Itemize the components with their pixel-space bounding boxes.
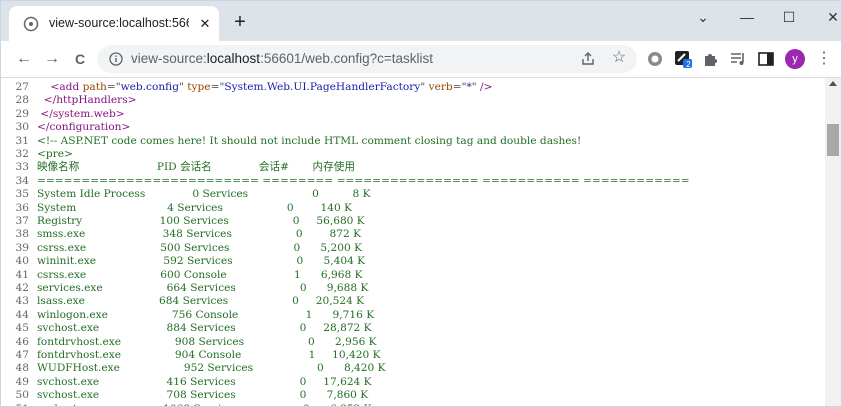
line-number: 51 (1, 403, 29, 406)
line-code: svchost.exe 708 Services 0 7,860 K (37, 389, 369, 402)
maximize-icon[interactable]: ☐ (777, 7, 801, 27)
line-code: </system.web> (40, 107, 125, 120)
line-number: 38 (15, 228, 29, 241)
line-code: <add path="web.config" type="System.Web.… (50, 81, 493, 93)
line-code: services.exe 664 Services 0 9,688 K (37, 282, 369, 294)
line-number: 50 (15, 389, 29, 402)
line-number: 36 (15, 201, 29, 214)
line-code: smss.exe 348 Services 0 872 K (37, 228, 362, 241)
line-number: 29 (15, 107, 29, 120)
line-code: svchost.exe 884 Services 0 28,872 K (37, 322, 372, 335)
extensions-puzzle-icon[interactable] (702, 50, 720, 68)
reading-list-icon[interactable] (729, 50, 747, 68)
scrollbar-thumb[interactable] (827, 124, 839, 156)
minimize-icon[interactable]: — (735, 7, 759, 27)
line-code: lsass.exe 684 Services 0 20,524 K (37, 295, 365, 308)
tab-close-icon[interactable]: ✕ (196, 15, 214, 33)
url-path: :56601/web.config?c=tasklist (260, 51, 434, 66)
line-number: 43 (15, 295, 29, 308)
line-number: 39 (15, 241, 29, 254)
browser-window: view-source:localhost:56601/w ✕ + ⌄ — ☐ … (0, 0, 842, 407)
line-number: 46 (15, 335, 29, 348)
toolbar: ← → C view-source:localhost:56601/web.co… (1, 41, 841, 78)
line-code: </httpHandlers> (43, 94, 137, 107)
line-number: 47 (15, 349, 29, 361)
url-host: localhost (206, 51, 261, 66)
line-number: 31 (15, 134, 29, 147)
line-number: 28 (15, 94, 29, 107)
line-number: 27 (15, 81, 29, 93)
source-view: 27 <add path="web.config" type="System.W… (1, 78, 825, 406)
url-text[interactable]: view-source:localhost:56601/web.config?c… (131, 51, 433, 66)
url-scheme: view-source: (131, 51, 207, 66)
extension-badge-count: 2 (686, 60, 691, 69)
line-number: 40 (15, 255, 29, 268)
line-number: 45 (15, 322, 29, 335)
line-code: WUDFHost.exe 952 Services 0 8,420 K (37, 362, 386, 375)
line-number: 41 (15, 268, 29, 281)
line-code: 映像名称 PID 会话名 会话# 内存使用 (37, 161, 355, 174)
line-number: 35 (15, 188, 29, 201)
line-code: csrss.exe 600 Console 1 6,968 K (37, 268, 363, 281)
menu-icon[interactable]: ⋮ (816, 50, 832, 68)
line-code: wininit.exe 592 Services 0 5,404 K (37, 255, 366, 268)
active-tab[interactable]: view-source:localhost:56601/w ✕ (9, 6, 219, 41)
extension-circle-icon[interactable] (646, 50, 664, 68)
forward-icon[interactable]: → (43, 50, 61, 68)
line-number: 37 (15, 215, 29, 227)
reload-icon[interactable]: C (71, 50, 89, 68)
line-code: ========================= ======== =====… (37, 174, 690, 187)
globe-icon (23, 16, 39, 32)
line-number: 44 (15, 308, 29, 321)
address-bar[interactable]: view-source:localhost:56601/web.config?c… (97, 45, 637, 73)
line-code: fontdrvhost.exe 908 Services 0 2,956 K (37, 335, 377, 348)
vertical-scrollbar[interactable] (825, 78, 841, 406)
line-code: svchost.exe 1068 Services 0 6,352 K (37, 403, 372, 406)
line-code: Registry 100 Services 0 56,680 K (37, 215, 365, 227)
share-icon[interactable] (580, 51, 596, 67)
line-number: 30 (15, 121, 29, 134)
line-code: csrss.exe 500 Services 0 5,200 K (37, 241, 362, 254)
profile-avatar[interactable]: y (785, 49, 805, 69)
line-number: 32 (15, 148, 29, 160)
tab-strip: view-source:localhost:56601/w ✕ + ⌄ — ☐ … (1, 1, 841, 41)
line-code: svchost.exe 416 Services 0 17,624 K (37, 375, 372, 388)
close-window-icon[interactable]: ✕ (821, 7, 841, 27)
tab-title: view-source:localhost:56601/w (49, 16, 189, 30)
line-number: 48 (15, 362, 29, 375)
line-code: fontdrvhost.exe 904 Console 1 10,420 K (37, 349, 381, 361)
line-code: System 4 Services 0 140 K (37, 201, 353, 214)
line-code: <!-- ASP.NET code comes here! It should … (37, 134, 582, 147)
line-code: System Idle Process 0 Services 0 8 K (37, 188, 371, 201)
new-tab-icon[interactable]: + (230, 12, 250, 32)
bookmark-star-icon[interactable]: ☆ (610, 49, 628, 67)
line-number: 49 (15, 375, 29, 388)
scroll-up-icon[interactable] (829, 81, 837, 86)
line-code: winlogon.exe 756 Console 1 9,716 K (37, 308, 375, 321)
side-panel-icon[interactable] (757, 50, 775, 68)
site-info-icon[interactable] (109, 52, 123, 66)
line-number: 42 (15, 282, 29, 294)
line-number: 34 (15, 174, 29, 187)
tab-search-chevron-icon[interactable]: ⌄ (691, 7, 715, 27)
back-icon[interactable]: ← (15, 50, 33, 68)
line-code: <pre> (37, 148, 73, 160)
line-code: </configuration> (37, 121, 131, 134)
line-number: 33 (15, 161, 29, 174)
